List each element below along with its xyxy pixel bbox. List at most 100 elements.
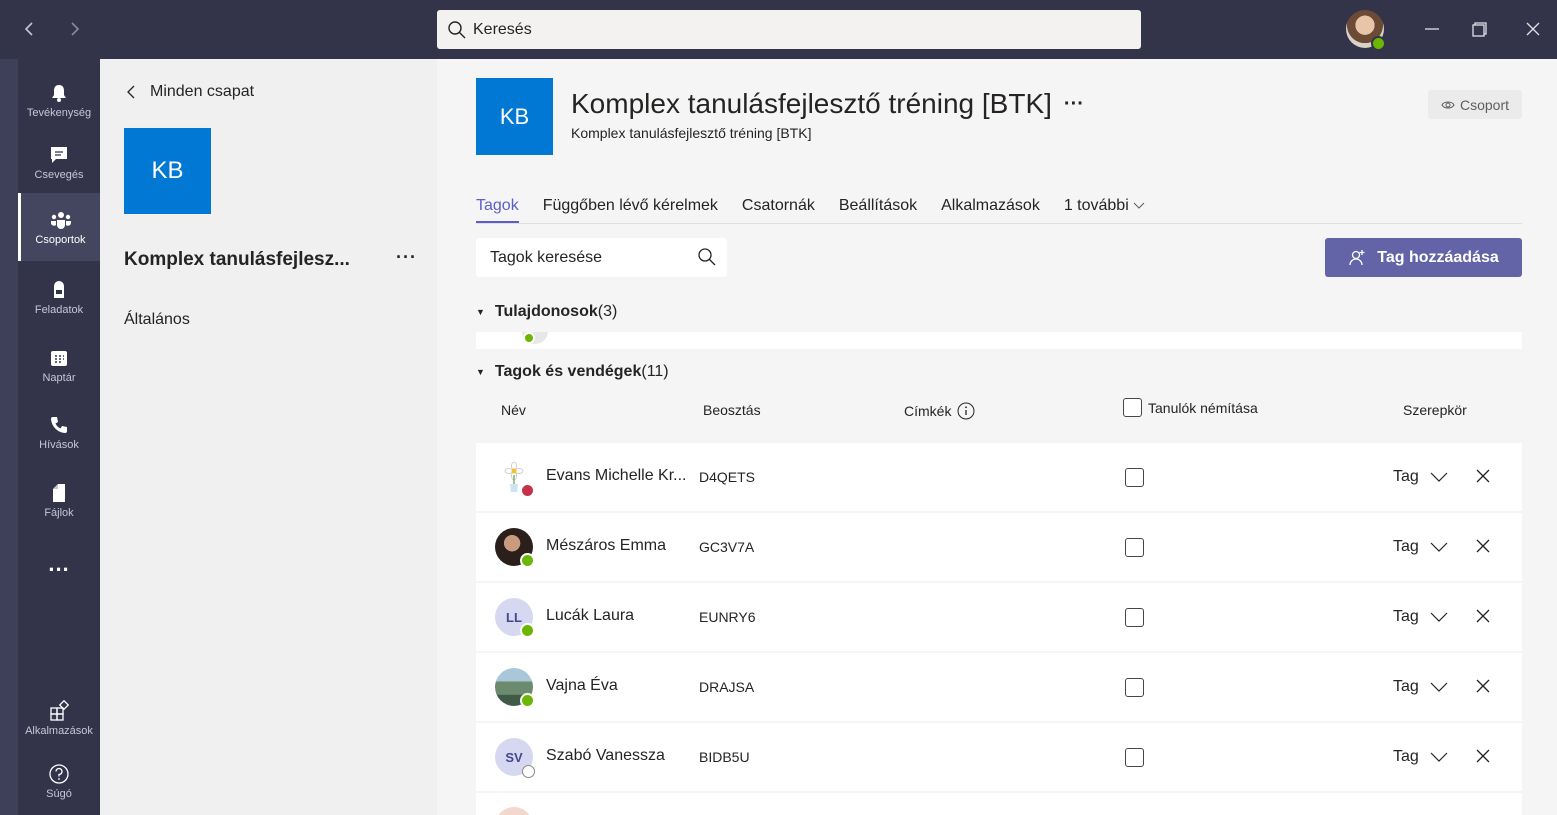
role-dropdown[interactable]: Tag (1393, 537, 1449, 557)
member-title: GC3V7A (699, 539, 755, 555)
chevron-down-icon (1430, 472, 1448, 482)
members-title: Tagok és vendégek (494, 363, 642, 380)
remove-member-icon[interactable] (1474, 467, 1492, 485)
tab-channels[interactable]: Csatornák (742, 197, 815, 223)
caret-down-icon: ▼ (476, 307, 485, 317)
chevron-down-icon (1430, 542, 1448, 552)
forward-arrow-icon[interactable] (62, 14, 86, 44)
add-member-button[interactable]: Tag hozzáadása (1325, 238, 1522, 277)
teams-icon (50, 211, 71, 229)
backpack-icon (54, 280, 64, 298)
rail-item-activity[interactable]: Tevékenység (18, 66, 100, 134)
rail-label: Hívások (39, 438, 79, 451)
tab-bar: Tagok Függőben lévő kérelmek Csatornák B… (476, 197, 1145, 223)
all-teams-label: Minden csapat (150, 83, 255, 100)
file-icon (53, 483, 65, 502)
rail-label: Tevékenység (26, 106, 92, 119)
chevron-down-icon (1430, 612, 1448, 622)
help-icon (49, 763, 69, 784)
role-dropdown[interactable]: Tag (1393, 607, 1449, 627)
remove-member-icon[interactable] (1474, 607, 1492, 625)
mute-checkbox[interactable] (1125, 748, 1144, 767)
tab-pending-requests[interactable]: Függőben lévő kérelmek (543, 197, 718, 223)
rail-label: Feladatok (34, 303, 84, 316)
tab-settings[interactable]: Beállítások (839, 197, 917, 223)
rail-item-more[interactable]: ... (18, 530, 100, 598)
search-placeholder: Keresés (473, 20, 532, 38)
tab-members[interactable]: Tagok (476, 197, 519, 223)
avatar (495, 807, 533, 815)
calendar-icon (51, 350, 67, 366)
member-search-placeholder: Tagok keresése (490, 248, 603, 266)
table-row[interactable]: LL Lucák Laura EUNRY6 Tag (476, 583, 1522, 651)
mute-checkbox[interactable] (1125, 468, 1144, 487)
tab-divider (476, 223, 1522, 224)
bell-icon (52, 84, 66, 102)
presence-status-icon (523, 332, 535, 344)
rail-item-teams[interactable]: Csoportok (18, 193, 100, 261)
info-icon[interactable] (957, 402, 975, 420)
role-label: Tag (1393, 678, 1419, 695)
remove-member-icon[interactable] (1474, 677, 1492, 695)
member-search-input[interactable]: Tagok keresése (476, 238, 727, 277)
remove-member-icon[interactable] (1474, 747, 1492, 765)
team-header-tile: KB (476, 78, 553, 155)
team-more-options-icon[interactable]: ··· (396, 247, 417, 268)
team-panel: Minden csapat KB Komplex tanulásfejlesz.… (100, 59, 437, 815)
team-name[interactable]: Komplex tanulásfejlesz... (124, 249, 350, 271)
minimize-icon[interactable] (1419, 16, 1445, 42)
table-row[interactable]: Mészáros Emma GC3V7A Tag (476, 513, 1522, 581)
table-row[interactable]: Vajna Éva DRAJSA Tag (476, 653, 1522, 721)
member-name: Vajna Éva (546, 677, 618, 694)
more-icon: ... (48, 551, 70, 576)
table-row[interactable]: Evans Michelle Kr... D4QETS Tag (476, 443, 1522, 511)
rail-label: Csevegés (34, 168, 84, 181)
mute-checkbox[interactable] (1125, 678, 1144, 697)
presence-status-icon (1371, 36, 1386, 51)
rail-label: Súgó (46, 787, 72, 800)
owners-title: Tulajdonosok (494, 303, 598, 320)
rail-item-help[interactable]: Súgó (18, 750, 100, 812)
all-teams-link[interactable]: Minden csapat (124, 83, 254, 101)
tab-more[interactable]: 1 további (1064, 197, 1145, 223)
add-member-label: Tag hozzáadása (1377, 248, 1499, 266)
channel-item-general[interactable]: Általános (124, 311, 190, 329)
close-icon[interactable] (1520, 16, 1546, 42)
global-search-input[interactable]: Keresés (437, 10, 1141, 49)
table-row[interactable]: SV Szabó Vanessza BIDB5U Tag (476, 723, 1522, 791)
rail-label: Fájlok (44, 506, 74, 519)
role-dropdown[interactable]: Tag (1393, 747, 1449, 767)
chevron-down-icon (1430, 682, 1448, 692)
maximize-icon[interactable] (1466, 16, 1492, 42)
rail-item-files[interactable]: Fájlok (18, 466, 100, 534)
member-title: EUNRY6 (699, 609, 756, 625)
members-count: (11) (641, 363, 669, 380)
mute-all-checkbox[interactable] (1123, 398, 1142, 417)
mute-checkbox[interactable] (1125, 608, 1144, 627)
remove-member-icon[interactable] (1474, 537, 1492, 555)
owners-section-header[interactable]: ▼ Tulajdonosok(3) (476, 303, 617, 321)
member-name: Evans Michelle Kr... (546, 467, 687, 484)
role-label: Tag (1393, 748, 1419, 765)
visibility-badge[interactable]: Csoport (1428, 90, 1522, 119)
back-arrow-icon[interactable] (18, 14, 42, 44)
role-dropdown[interactable]: Tag (1393, 677, 1449, 697)
rail-item-calendar[interactable]: Naptár (18, 331, 100, 399)
title-more-icon[interactable]: ··· (1064, 93, 1084, 116)
mute-checkbox[interactable] (1125, 538, 1144, 557)
search-icon (698, 248, 716, 266)
members-section-header[interactable]: ▼ Tagok és vendégek(11) (476, 363, 669, 381)
tab-apps[interactable]: Alkalmazások (941, 197, 1040, 223)
rail-label: Alkalmazások (25, 724, 93, 737)
rail-item-chat[interactable]: Csevegés (18, 128, 100, 196)
column-header-tags: Címkék (904, 402, 975, 420)
rail-item-assignments[interactable]: Feladatok (18, 263, 100, 331)
table-row[interactable] (476, 793, 1522, 815)
rail-item-calls[interactable]: Hívások (18, 398, 100, 466)
column-header-mute: Tanulók némítása (1123, 398, 1258, 417)
role-label: Tag (1393, 608, 1419, 625)
role-dropdown[interactable]: Tag (1393, 467, 1449, 487)
role-label: Tag (1393, 468, 1419, 485)
caret-down-icon: ▼ (476, 367, 485, 377)
rail-item-apps[interactable]: Alkalmazások (18, 684, 100, 752)
